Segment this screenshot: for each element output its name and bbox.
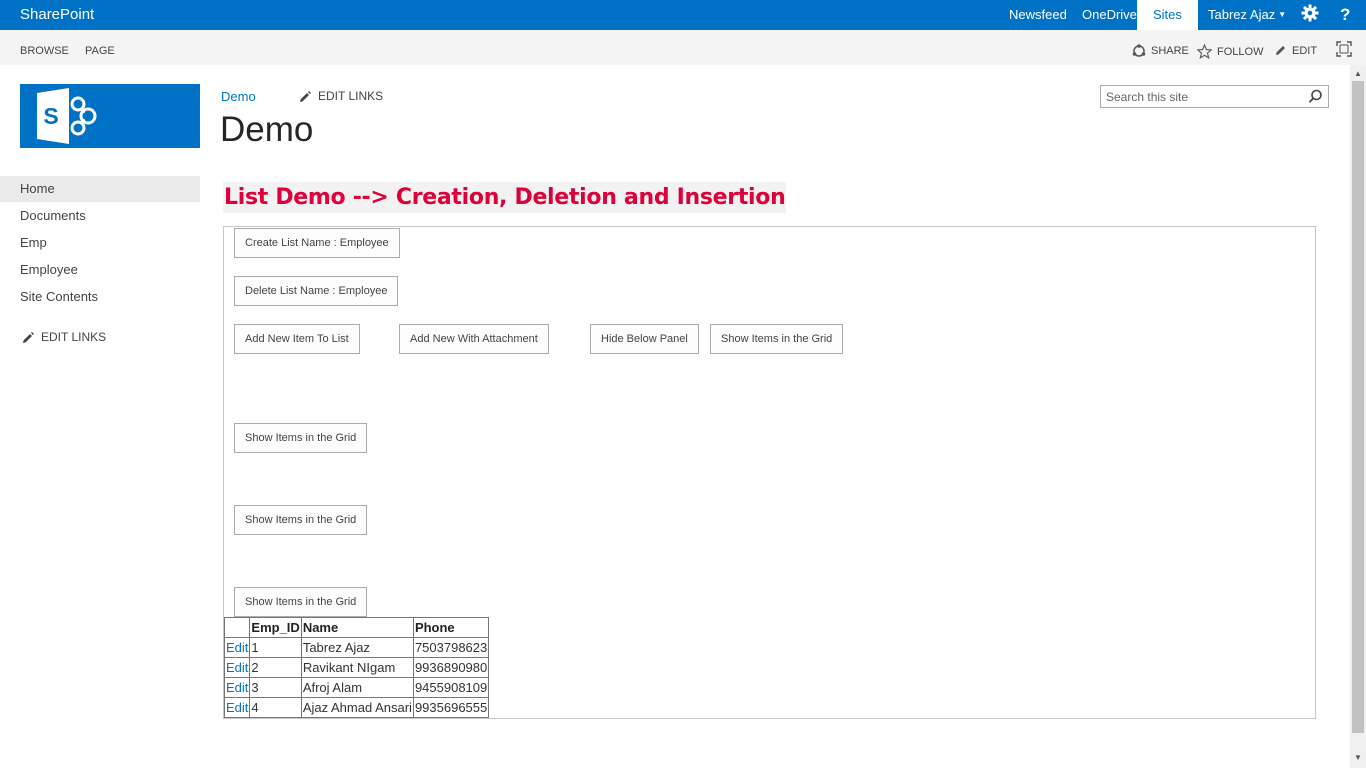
scroll-down-icon[interactable]: ▼ <box>1350 751 1366 765</box>
hide-panel-button[interactable]: Hide Below Panel <box>590 324 699 354</box>
search-input[interactable] <box>1101 86 1301 107</box>
scroll-thumb[interactable] <box>1352 81 1364 733</box>
table-row: Edit 1 Tabrez Ajaz 7503798623 <box>223 637 490 658</box>
add-item-button[interactable]: Add New Item To List <box>234 324 360 354</box>
phone-cell: 9455908109 <box>412 677 490 698</box>
share-button[interactable]: SHARE <box>1132 44 1189 58</box>
gear-icon[interactable] <box>1301 4 1319 27</box>
name-cell: Tabrez Ajaz <box>300 637 414 658</box>
focus-content-icon[interactable] <box>1336 41 1352 62</box>
nav-item-employee[interactable]: Employee <box>0 257 200 283</box>
svg-text:S: S <box>43 103 58 129</box>
chevron-down-icon: ▼ <box>1278 10 1287 19</box>
pencil-icon <box>1276 46 1285 55</box>
content-heading: List Demo --> Creation, Deletion and Ins… <box>223 182 787 213</box>
phone-cell: 9935696555 <box>412 697 490 718</box>
edit-link[interactable]: Edit <box>223 677 251 698</box>
edit-links-label: EDIT LINKS <box>318 89 384 103</box>
edit-page-button[interactable]: EDIT <box>1274 44 1317 57</box>
edit-link[interactable]: Edit <box>223 697 251 718</box>
name-cell: Ajaz Ahmad Ansari <box>300 697 414 718</box>
create-list-button[interactable]: Create List Name : Employee <box>234 228 400 258</box>
search-box <box>1100 85 1329 108</box>
emp-id-cell: 2 <box>249 657 302 678</box>
share-label: SHARE <box>1151 45 1189 57</box>
search-icon[interactable] <box>1308 89 1323 109</box>
ribbon: BROWSE PAGE SHARE FOLLOW EDIT <box>0 30 1366 65</box>
edit-links-nav[interactable]: EDIT LINKS <box>22 330 106 344</box>
nav-item-documents[interactable]: Documents <box>0 203 200 229</box>
breadcrumb[interactable]: Demo <box>221 89 256 104</box>
nav-item-emp[interactable]: Emp <box>0 230 200 256</box>
tab-page[interactable]: PAGE <box>85 45 115 57</box>
add-with-attachment-button[interactable]: Add New With Attachment <box>399 324 549 354</box>
page-title: Demo <box>220 110 314 149</box>
name-cell: Ravikant NIgam <box>300 657 414 678</box>
newsfeed-link[interactable]: Newsfeed <box>1009 7 1067 22</box>
edit-links-nav-label: EDIT LINKS <box>41 330 107 344</box>
show-items-button-3[interactable]: Show Items in the Grid <box>234 505 368 535</box>
share-icon <box>1132 44 1146 57</box>
table-row: Edit 2 Ravikant NIgam 9936890980 <box>223 657 490 678</box>
table-row: Edit 3 Afroj Alam 9455908109 <box>223 677 490 698</box>
edit-label: EDIT <box>1292 44 1318 57</box>
edit-links-top[interactable]: EDIT LINKS <box>299 89 383 103</box>
tab-browse[interactable]: BROWSE <box>20 45 69 57</box>
suite-bar: SharePoint Newsfeed OneDrive Sites Tabre… <box>0 0 1366 30</box>
grid-header-name: Name <box>300 617 414 638</box>
sharepoint-brand[interactable]: SharePoint <box>20 6 94 23</box>
delete-list-button[interactable]: Delete List Name : Employee <box>234 276 399 306</box>
show-items-button-2[interactable]: Show Items in the Grid <box>234 423 368 453</box>
onedrive-link[interactable]: OneDrive <box>1082 7 1137 22</box>
grid-header-phone: Phone <box>412 617 490 638</box>
nav-item-site-contents[interactable]: Site Contents <box>0 284 200 310</box>
user-menu[interactable]: Tabrez Ajaz ▼ <box>1208 7 1286 22</box>
emp-id-cell: 1 <box>249 637 302 658</box>
follow-label: FOLLOW <box>1217 45 1264 58</box>
employee-grid: Emp_ID Name Phone Edit 1 Tabrez Ajaz 750… <box>223 617 490 718</box>
grid-header-row: Emp_ID Name Phone <box>223 617 490 638</box>
phone-cell: 7503798623 <box>412 637 490 658</box>
edit-link[interactable]: Edit <box>223 657 251 678</box>
pencil-icon <box>23 331 34 343</box>
pencil-icon <box>300 90 311 102</box>
follow-button[interactable]: FOLLOW <box>1197 44 1263 59</box>
help-icon[interactable]: ? <box>1340 5 1350 25</box>
phone-cell: 9936890980 <box>412 657 490 678</box>
star-icon <box>1197 44 1212 59</box>
emp-id-cell: 4 <box>249 697 302 718</box>
site-logo[interactable]: S <box>20 84 200 148</box>
sites-link[interactable]: Sites <box>1137 0 1198 30</box>
nav-item-home[interactable]: Home <box>0 176 200 202</box>
grid-header-edit <box>223 617 251 638</box>
vertical-scrollbar[interactable]: ▲ ▼ <box>1350 65 1366 768</box>
table-row: Edit 4 Ajaz Ahmad Ansari 9935696555 <box>223 697 490 718</box>
grid-header-emp-id: Emp_ID <box>249 617 302 638</box>
emp-id-cell: 3 <box>249 677 302 698</box>
edit-link[interactable]: Edit <box>223 637 251 658</box>
user-name: Tabrez Ajaz <box>1208 7 1276 22</box>
name-cell: Afroj Alam <box>300 677 414 698</box>
scroll-up-icon[interactable]: ▲ <box>1350 67 1366 81</box>
show-items-button-4[interactable]: Show Items in the Grid <box>234 587 368 617</box>
show-items-button[interactable]: Show Items in the Grid <box>710 324 844 354</box>
